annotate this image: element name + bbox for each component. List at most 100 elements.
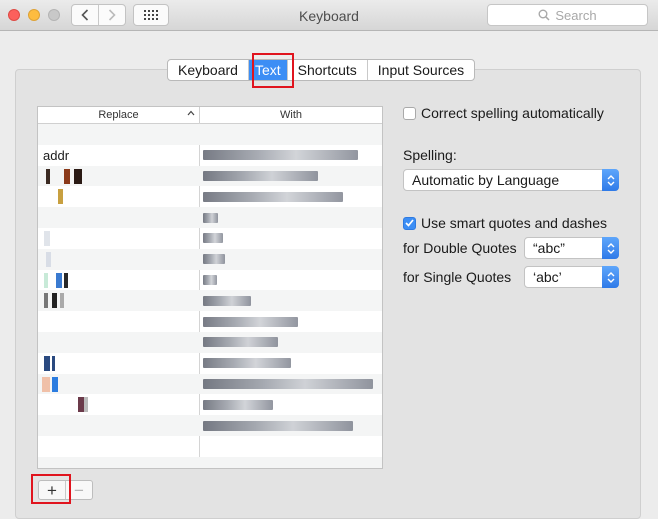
with-cell (199, 415, 382, 436)
correct-spelling-checkbox[interactable] (403, 106, 416, 120)
replace-cell: addr (43, 147, 70, 163)
obscured-text (44, 293, 48, 309)
table-row[interactable] (38, 207, 382, 228)
tab-keyboard[interactable]: Keyboard (168, 60, 248, 80)
obscured-text (74, 168, 82, 184)
tab-shortcuts[interactable]: Shortcuts (286, 60, 367, 80)
replace-cell (38, 394, 199, 415)
obscured-text (203, 233, 223, 244)
smart-quotes-option[interactable]: Use smart quotes and dashes (403, 215, 607, 231)
replace-cell (38, 436, 199, 457)
tab-text[interactable]: Text (247, 60, 287, 80)
tab-input-sources[interactable]: Input Sources (366, 60, 474, 80)
search-field[interactable]: Search (487, 4, 648, 26)
table-row[interactable] (38, 165, 382, 187)
table-row[interactable]: addr (38, 145, 382, 166)
replace-cell (38, 332, 199, 353)
replace-cell (38, 249, 199, 270)
replace-cell (38, 457, 199, 468)
column-header-with-label: With (280, 109, 302, 121)
column-header-with[interactable]: With (200, 107, 382, 123)
replace-cell (38, 374, 199, 395)
with-cell (199, 332, 382, 353)
obscured-text (203, 358, 291, 369)
obscured-text (46, 251, 51, 267)
with-cell (199, 207, 382, 228)
table-row[interactable] (38, 228, 382, 249)
replace-cell (38, 207, 199, 228)
table-row[interactable] (38, 373, 382, 395)
obscured-text (52, 376, 58, 392)
with-cell (199, 457, 382, 468)
correct-spelling-option[interactable]: Correct spelling automatically (403, 105, 604, 121)
replace-cell (38, 311, 199, 332)
spelling-language-value: Automatic by Language (412, 172, 560, 188)
replacements-table[interactable]: Replace With addr (37, 106, 383, 469)
single-quotes-value: ‘abc’ (533, 269, 562, 285)
with-cell (199, 436, 382, 457)
table-row[interactable] (38, 331, 382, 353)
obscured-text (64, 272, 68, 288)
remove-button[interactable]: − (65, 481, 92, 499)
table-row[interactable] (38, 290, 382, 312)
obscured-text (203, 274, 217, 285)
obscured-text (60, 293, 64, 309)
obscured-text (203, 150, 358, 161)
spelling-language-popup[interactable]: Automatic by Language (403, 169, 619, 191)
with-cell (199, 145, 382, 166)
title-bar: Keyboard Search (0, 0, 658, 31)
table-row[interactable] (38, 311, 382, 332)
double-quotes-popup[interactable]: “abc” (524, 237, 619, 259)
smart-quotes-label: Use smart quotes and dashes (421, 215, 607, 231)
sort-ascending-icon (187, 110, 195, 116)
obscured-text (203, 337, 278, 348)
obscured-text (203, 212, 218, 223)
obscured-text (203, 316, 298, 327)
table-row[interactable] (38, 415, 382, 436)
obscured-text (44, 272, 48, 288)
checkmark-icon (405, 219, 414, 227)
spelling-label: Spelling: (403, 147, 457, 163)
table-row[interactable] (38, 353, 382, 374)
replace-cell (38, 270, 199, 291)
table-header: Replace With (38, 107, 382, 124)
with-cell (199, 311, 382, 332)
correct-spelling-label: Correct spelling automatically (421, 105, 604, 121)
table-row[interactable] (38, 124, 382, 145)
add-remove-control: + − (38, 480, 93, 500)
obscured-text (203, 420, 353, 431)
with-cell (199, 290, 382, 311)
table-row[interactable] (38, 436, 382, 457)
table-row[interactable] (38, 456, 382, 468)
search-icon (538, 9, 550, 21)
tab-bar: Keyboard Text Shortcuts Input Sources (167, 59, 476, 81)
obscured-text (203, 191, 343, 202)
table-row[interactable] (38, 186, 382, 207)
column-header-replace[interactable]: Replace (38, 107, 200, 123)
replace-cell (38, 186, 199, 207)
add-button[interactable]: + (39, 481, 65, 499)
obscured-text (58, 189, 63, 205)
obscured-text (46, 168, 50, 184)
replace-cell (38, 290, 199, 311)
double-quotes-value: “abc” (533, 240, 565, 256)
with-cell (199, 166, 382, 187)
smart-quotes-checkbox[interactable] (403, 216, 416, 230)
single-quotes-popup[interactable]: ‘abc’ (524, 266, 619, 288)
obscured-text (203, 295, 251, 306)
obscured-text (52, 355, 55, 371)
with-cell (199, 353, 382, 374)
table-row[interactable] (38, 248, 382, 270)
replace-cell (38, 353, 199, 374)
with-cell (199, 249, 382, 270)
obscured-text (64, 168, 70, 184)
column-header-replace-label: Replace (98, 109, 139, 121)
table-row[interactable] (38, 394, 382, 415)
obscured-text (42, 376, 50, 392)
obscured-text (203, 254, 225, 265)
obscured-text (203, 170, 318, 181)
obscured-text (203, 378, 373, 389)
with-cell (199, 374, 382, 395)
with-cell (199, 270, 382, 291)
table-row[interactable] (38, 270, 382, 291)
